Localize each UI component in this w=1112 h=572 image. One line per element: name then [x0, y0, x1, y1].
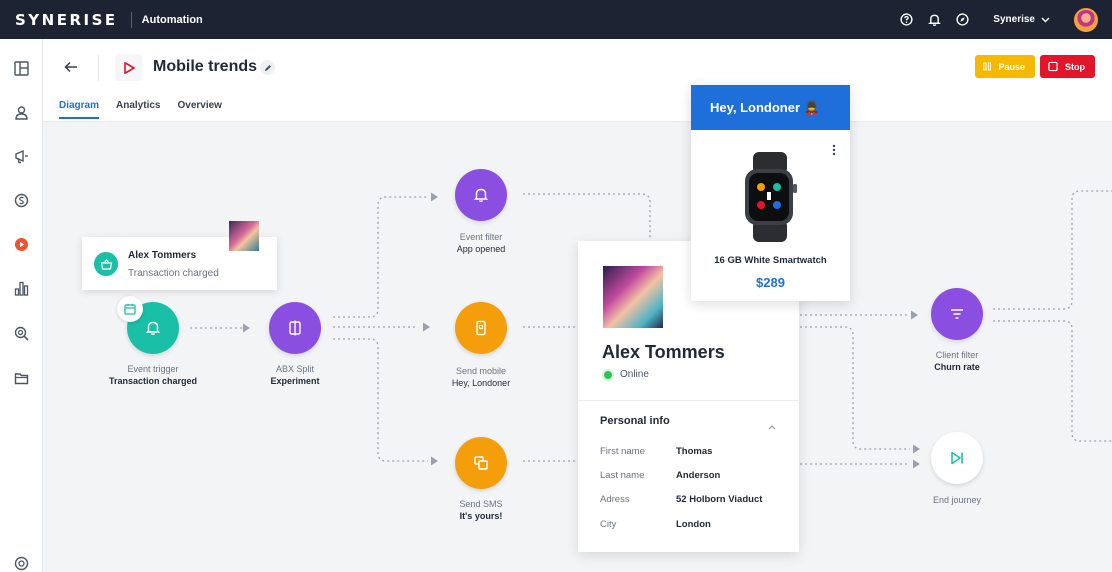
- profile-divider: [578, 400, 799, 401]
- abx-split-label: ABX Split Experiment: [270, 364, 320, 386]
- online-status: Online: [620, 369, 649, 380]
- connector-arrow: [431, 192, 438, 202]
- sms-icon: [474, 456, 488, 470]
- connector-arrow: [913, 444, 920, 454]
- filter-icon: [951, 309, 963, 319]
- customer-photo-thumbnail: [229, 221, 259, 251]
- schedule-badge[interactable]: [117, 296, 143, 322]
- bell-icon: [145, 321, 161, 335]
- push-product-card: Hey, Londoner 💂 16 GB White Smartwatch $…: [691, 85, 850, 301]
- event-trigger-label: Event trigger Transaction charged: [108, 364, 198, 386]
- smartwatch-image: [739, 152, 801, 247]
- product-name: 16 GB White Smartwatch: [714, 255, 827, 266]
- push-header: Hey, Londoner 💂: [691, 85, 850, 130]
- abx-split-node[interactable]: [269, 302, 321, 354]
- event-filter-node[interactable]: [455, 169, 507, 221]
- connector-arrow: [243, 323, 250, 333]
- chevron-up-icon[interactable]: [768, 417, 776, 435]
- profile-name: Alex Tommers: [602, 342, 725, 362]
- mobile-icon: [476, 320, 486, 336]
- customer-photo: [603, 266, 663, 328]
- calendar-icon: [124, 303, 136, 315]
- connector-arrow: [913, 459, 920, 469]
- notification-subtitle: Transaction charged: [128, 268, 219, 279]
- skip-end-icon: [951, 451, 963, 465]
- product-price: $289: [756, 275, 785, 290]
- connector-arrow: [431, 456, 438, 466]
- shopping-basket-icon: [94, 252, 118, 276]
- more-options-icon[interactable]: [832, 143, 836, 161]
- client-filter-label: Client filter Churn rate: [934, 350, 980, 372]
- connector-arrow: [911, 310, 918, 320]
- bell-icon: [473, 188, 489, 202]
- send-sms-node[interactable]: [455, 437, 507, 489]
- connector-arrow: [423, 322, 430, 332]
- event-filter-label: Event filter App opened: [456, 232, 506, 254]
- send-mobile-node[interactable]: [455, 302, 507, 354]
- send-sms-label: Send SMS It's yours!: [459, 499, 503, 521]
- client-filter-node[interactable]: [931, 288, 983, 340]
- online-status-dot: [604, 371, 612, 379]
- end-journey-node[interactable]: [931, 432, 983, 484]
- split-icon: [289, 320, 301, 336]
- send-mobile-label: Send mobile Hey, Londoner: [451, 366, 511, 388]
- end-journey-label: End journey: [932, 495, 982, 505]
- personal-info-title[interactable]: Personal info: [600, 415, 670, 427]
- notification-name: Alex Tommers: [128, 250, 197, 261]
